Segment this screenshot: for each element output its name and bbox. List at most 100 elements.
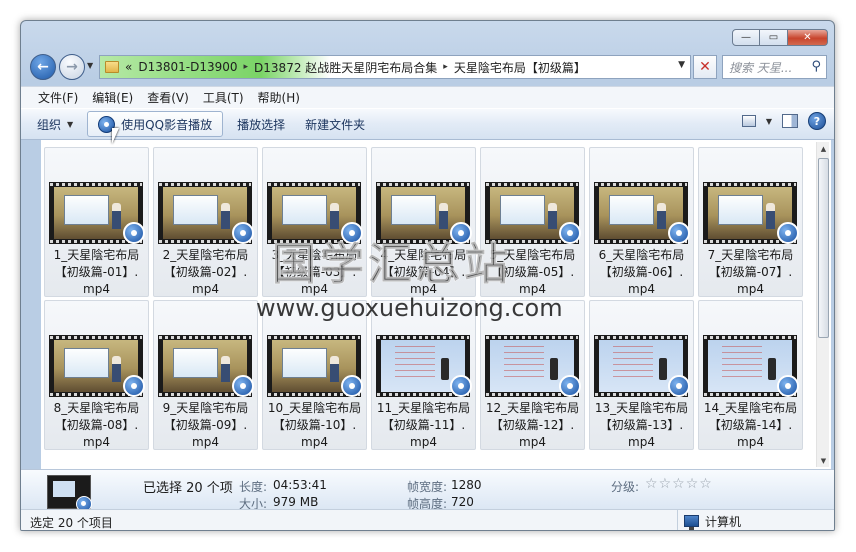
qq-player-icon: [777, 222, 799, 244]
qq-player-icon: [341, 222, 363, 244]
file-name-line: 【初级篇-13】.: [599, 418, 684, 432]
breadcrumb-separator[interactable]: ▸: [244, 62, 249, 72]
file-list: 1_天星陰宅布局 【初级篇-01】. mp4 2_天星陰宅布局 【初级篇-02】. mp4…: [41, 140, 831, 469]
qq-player-icon: [123, 222, 145, 244]
star-icon[interactable]: ☆: [672, 476, 685, 492]
chevron-down-icon: ▼: [87, 61, 94, 70]
star-icon[interactable]: ☆: [686, 476, 699, 492]
chevron-down-icon: ▼: [67, 119, 74, 129]
file-name-line: mp4: [301, 282, 328, 296]
window-controls: — ▭ ✕: [732, 29, 828, 46]
file-item[interactable]: 4_天星陰宅布局 【初级篇-04】. mp4: [371, 147, 476, 297]
file-name-line: 6_天星陰宅布局: [598, 248, 685, 262]
preview-pane-icon[interactable]: [782, 114, 798, 128]
file-item[interactable]: 9_天星陰宅布局 【初级篇-09】. mp4: [153, 300, 258, 450]
file-item[interactable]: 8_天星陰宅布局 【初级篇-08】. mp4: [44, 300, 149, 450]
file-name: 5_天星陰宅布局 【初级篇-05】. mp4: [481, 247, 584, 298]
menu-edit[interactable]: 编辑(E): [85, 89, 140, 106]
menu-tools[interactable]: 工具(T): [196, 89, 251, 106]
menu-file[interactable]: 文件(F): [31, 89, 85, 106]
address-dropdown-icon[interactable]: ▼: [678, 60, 685, 70]
recent-pages-dropdown[interactable]: ▼: [87, 61, 93, 70]
length-label: 长度:: [239, 480, 268, 494]
scroll-up-icon[interactable]: ▲: [817, 142, 830, 155]
file-item[interactable]: 12_天星陰宅布局 【初级篇-12】. mp4: [480, 300, 585, 450]
file-name-line: mp4: [410, 435, 437, 449]
file-name-line: 13_天星陰宅布局: [594, 401, 689, 415]
star-icon[interactable]: ☆: [699, 476, 712, 492]
file-name-line: 【初级篇-10】.: [272, 418, 357, 432]
breadcrumb-separator[interactable]: ▸: [443, 62, 448, 72]
qq-player-icon: [777, 375, 799, 397]
file-item[interactable]: 11_天星陰宅布局 【初级篇-11】. mp4: [371, 300, 476, 450]
organize-button[interactable]: 组织 ▼: [27, 111, 83, 137]
change-view-icon[interactable]: [741, 115, 756, 127]
qq-player-icon: [559, 375, 581, 397]
file-name-line: 12_天星陰宅布局: [485, 401, 580, 415]
star-icon[interactable]: ☆: [645, 476, 658, 492]
search-input[interactable]: 搜索 天星... ⚲: [722, 55, 827, 79]
organize-label: 组织: [37, 117, 62, 132]
rating-stars[interactable]: ☆ ☆ ☆ ☆ ☆: [645, 476, 712, 492]
file-name-line: 【初级篇-01】.: [54, 265, 139, 279]
command-bar: 组织 ▼ 使用QQ影音播放 播放选择 新建文件夹 ▼ ?: [21, 108, 834, 140]
close-icon: ✕: [699, 59, 711, 75]
play-selection-button[interactable]: 播放选择: [227, 111, 295, 137]
forward-button[interactable]: →: [59, 54, 85, 80]
file-name-line: mp4: [628, 435, 655, 449]
close-button[interactable]: ✕: [788, 29, 828, 46]
file-name: 13_天星陰宅布局 【初级篇-13】. mp4: [590, 400, 693, 451]
file-item[interactable]: 5_天星陰宅布局 【初级篇-05】. mp4: [480, 147, 585, 297]
frame-height-value: 720: [451, 495, 474, 509]
stop-button[interactable]: ✕: [693, 55, 717, 79]
file-item[interactable]: 13_天星陰宅布局 【初级篇-13】. mp4: [589, 300, 694, 450]
maximize-button[interactable]: ▭: [760, 29, 788, 46]
back-button[interactable]: ←: [30, 54, 56, 80]
menu-help[interactable]: 帮助(H): [251, 89, 307, 106]
new-folder-button[interactable]: 新建文件夹: [295, 111, 375, 137]
file-name-line: mp4: [83, 282, 110, 296]
file-name-line: mp4: [519, 282, 546, 296]
view-options-chevron-icon[interactable]: ▼: [766, 117, 772, 126]
file-name-line: 【初级篇-06】.: [599, 265, 684, 279]
details-pane: 已选择 20 个项 长度: 04:53:41 大小: 979 MB 帧宽度: 1…: [21, 469, 834, 512]
file-item[interactable]: 10_天星陰宅布局 【初级篇-10】. mp4: [262, 300, 367, 450]
file-name-line: mp4: [519, 435, 546, 449]
file-name-line: mp4: [301, 435, 328, 449]
qq-player-icon: [450, 375, 472, 397]
breadcrumb-item[interactable]: 天星陰宅布局【初级篇】: [454, 59, 586, 76]
file-name-line: 【初级篇-09】.: [163, 418, 248, 432]
file-name-line: 9_天星陰宅布局: [162, 401, 249, 415]
file-item[interactable]: 14_天星陰宅布局 【初级篇-14】. mp4: [698, 300, 803, 450]
search-icon[interactable]: ⚲: [811, 59, 821, 74]
file-name-line: 1_天星陰宅布局: [53, 248, 140, 262]
file-name: 6_天星陰宅布局 【初级篇-06】. mp4: [590, 247, 693, 298]
file-name-line: 【初级篇-14】.: [708, 418, 793, 432]
breadcrumb-item[interactable]: D13801-D13900: [138, 60, 237, 74]
file-name: 12_天星陰宅布局 【初级篇-12】. mp4: [481, 400, 584, 451]
file-name: 9_天星陰宅布局 【初级篇-09】. mp4: [154, 400, 257, 451]
file-item[interactable]: 3_天星陰宅布局 【初级篇-03】. mp4: [262, 147, 367, 297]
minimize-button[interactable]: —: [732, 29, 760, 46]
file-name-line: 11_天星陰宅布局: [376, 401, 471, 415]
star-icon[interactable]: ☆: [659, 476, 672, 492]
play-with-qq-label: 使用QQ影音播放: [121, 117, 213, 132]
file-item[interactable]: 2_天星陰宅布局 【初级篇-02】. mp4: [153, 147, 258, 297]
scrollbar-thumb[interactable]: [818, 158, 829, 338]
file-item[interactable]: 7_天星陰宅布局 【初级篇-07】. mp4: [698, 147, 803, 297]
qq-player-icon: [341, 375, 363, 397]
breadcrumb-item[interactable]: D13872 赵战胜天星阴宅布局合集: [254, 59, 437, 76]
file-item[interactable]: 6_天星陰宅布局 【初级篇-06】. mp4: [589, 147, 694, 297]
play-with-qq-button[interactable]: 使用QQ影音播放: [87, 111, 224, 137]
rating-label: 分级:: [611, 480, 640, 494]
help-icon[interactable]: ?: [808, 112, 826, 130]
file-item[interactable]: 1_天星陰宅布局 【初级篇-01】. mp4: [44, 147, 149, 297]
address-bar[interactable]: « D13801-D13900 ▸ D13872 赵战胜天星阴宅布局合集 ▸ 天…: [99, 55, 691, 79]
scroll-down-icon[interactable]: ▼: [817, 454, 830, 467]
mouse-cursor-icon: [112, 128, 119, 144]
file-name-line: 【初级篇-12】.: [490, 418, 575, 432]
vertical-scrollbar[interactable]: ▲ ▼: [816, 142, 829, 467]
breadcrumb-overflow[interactable]: «: [125, 60, 132, 74]
menu-view[interactable]: 查看(V): [140, 89, 196, 106]
file-name: 14_天星陰宅布局 【初级篇-14】. mp4: [699, 400, 802, 451]
